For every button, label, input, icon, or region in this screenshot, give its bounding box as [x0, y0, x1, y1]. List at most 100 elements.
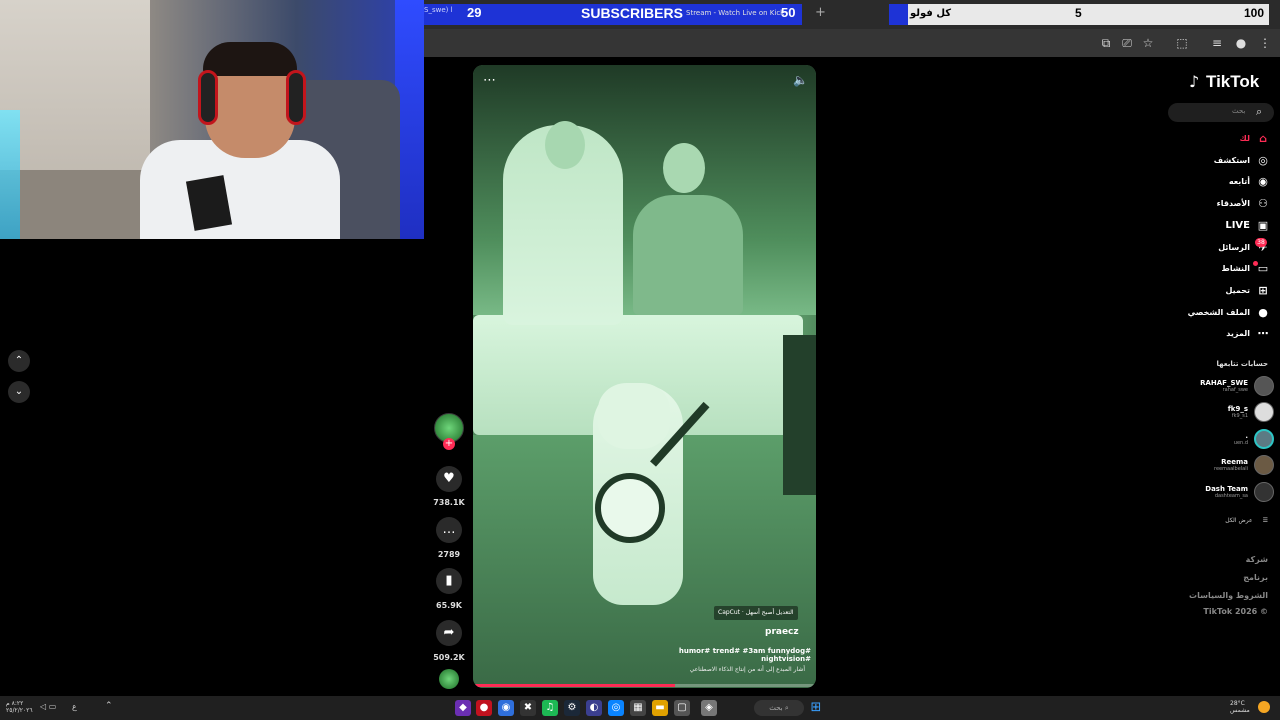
- account-name: Reema: [1221, 458, 1248, 466]
- nav-label: الأصدقاء: [1216, 198, 1250, 208]
- windows-start-icon[interactable]: ⊞: [808, 700, 824, 716]
- extensions-icon[interactable]: ⬚: [1173, 34, 1191, 52]
- taskbar-app-icon[interactable]: ◐: [586, 700, 602, 716]
- sound-icon[interactable]: 🔈: [793, 73, 808, 87]
- video-dresser: [783, 335, 816, 495]
- like-count: 738.1K: [433, 498, 465, 507]
- edge-icon[interactable]: ◎: [608, 700, 624, 716]
- nav-for-you[interactable]: لك ⌂: [1240, 129, 1270, 147]
- account-handle: reemaalbelali: [1214, 466, 1248, 472]
- sun-icon: [1258, 701, 1270, 713]
- share-icon: ➦: [443, 625, 455, 640]
- nav-more[interactable]: المزيد ⋯: [1226, 324, 1270, 342]
- nav-upload[interactable]: تحميل ⊞: [1225, 281, 1270, 299]
- reading-list-icon[interactable]: ≡: [1208, 34, 1226, 52]
- video-player[interactable]: ⋯ 🔈 CapCut · التعديل أصبح أسهل praecz hu…: [473, 65, 816, 688]
- follow-goal-label: كل فولو: [910, 8, 952, 19]
- like-button[interactable]: ♥: [436, 466, 462, 492]
- search-icon: ⌕: [784, 704, 789, 712]
- video-author[interactable]: praecz: [765, 627, 799, 637]
- nav-following[interactable]: أتابعه ◉: [1229, 172, 1270, 190]
- account-handle: dashteam_sa: [1214, 493, 1248, 499]
- cast-icon[interactable]: ⎚: [1118, 34, 1136, 52]
- tiktok-logo-icon[interactable]: ♪: [1189, 72, 1199, 91]
- more-options-icon[interactable]: ⋯: [483, 73, 496, 88]
- clock-date: ٢٥/٢/٢٠٢٦: [6, 707, 33, 714]
- tiktok-logo[interactable]: TikTok: [1206, 72, 1259, 92]
- search-icon[interactable]: ⌕: [1256, 105, 1262, 119]
- account-item[interactable]: RAHAF_SWE rahaf_swe: [1200, 374, 1274, 398]
- bookmark-icon: ▮: [445, 573, 453, 588]
- music-disc-icon[interactable]: [439, 669, 459, 689]
- file-explorer-icon[interactable]: ▬: [652, 700, 668, 716]
- webcam-neon-light: [0, 110, 20, 239]
- banjo: [595, 473, 665, 543]
- translate-icon[interactable]: ⧉: [1097, 34, 1115, 52]
- account-name: .: [1245, 432, 1248, 440]
- footer-terms[interactable]: الشروط والسياسات: [1189, 591, 1268, 600]
- comment-button[interactable]: …: [436, 517, 462, 543]
- taskbar-app-icon[interactable]: ✖: [520, 700, 536, 716]
- nav-label: تحميل: [1225, 285, 1250, 295]
- taskbar-search-label: بحث: [769, 704, 783, 712]
- account-name: Dash Team: [1205, 485, 1248, 493]
- list-icon: ☰: [1262, 517, 1268, 524]
- video-hashtags[interactable]: humor# trend# #3am funnydog# nightvision…: [653, 647, 811, 663]
- nav-explore[interactable]: استكشف ◎: [1214, 151, 1270, 169]
- tray-icons[interactable]: ◁ ▭: [40, 702, 56, 711]
- nav-label: لك: [1239, 133, 1250, 143]
- weather-desc: مشمس: [1230, 707, 1250, 714]
- account-item[interactable]: . uen.d: [1234, 427, 1274, 451]
- new-tab-button[interactable]: +: [815, 5, 826, 20]
- browser-menu-icon[interactable]: ⋮: [1256, 34, 1274, 52]
- video-man-head: [663, 143, 705, 193]
- subscriber-label: SUBSCRIBERS: [581, 5, 683, 21]
- browser-tab[interactable]: Stream - Watch Live on Kick: [686, 9, 784, 17]
- webcam-overlay: [0, 0, 424, 239]
- account-handle: uen.d: [1233, 440, 1248, 446]
- taskbar-app-icon[interactable]: ●: [476, 700, 492, 716]
- next-video-button[interactable]: ⌄: [8, 381, 30, 403]
- nav-friends[interactable]: الأصدقاء ⚇: [1217, 194, 1270, 212]
- footer-program[interactable]: برنامج: [1243, 573, 1268, 582]
- activity-dot: [1253, 261, 1258, 266]
- nav-activity[interactable]: النشاط ▭: [1222, 259, 1270, 277]
- calendar-icon[interactable]: ▦: [630, 700, 646, 716]
- account-item[interactable]: Dash Team dashteam_sa: [1205, 480, 1274, 504]
- account-item[interactable]: fk9_s fk9_s1: [1228, 400, 1274, 424]
- bookmark-star-icon[interactable]: ☆: [1139, 34, 1157, 52]
- subscriber-goal: 50: [781, 5, 796, 20]
- comment-icon: …: [442, 522, 456, 537]
- follow-plus-button[interactable]: +: [443, 438, 455, 450]
- account-item[interactable]: Reema reemaalbelali: [1214, 453, 1274, 477]
- tray-overflow-icon[interactable]: ⌃: [105, 701, 113, 711]
- follow-goal: 100: [1244, 6, 1265, 20]
- nav-label: المزيد: [1226, 328, 1250, 338]
- following-accounts-title: حسابات تتابعها: [1216, 360, 1268, 368]
- taskbar-app-icon[interactable]: ◈: [701, 700, 717, 716]
- taskbar-clock[interactable]: ٨:٢٢ م ٢٥/٢/٢٠٢٦: [6, 700, 33, 714]
- share-button[interactable]: ➦: [436, 620, 462, 646]
- nav-label: أتابعه: [1228, 176, 1250, 186]
- language-indicator[interactable]: ع: [72, 702, 77, 711]
- home-icon: ⌂: [1259, 131, 1267, 145]
- previous-video-button[interactable]: ⌃: [8, 350, 30, 372]
- nav-profile[interactable]: الملف الشخصي ●: [1188, 303, 1270, 321]
- save-button[interactable]: ▮: [436, 568, 462, 594]
- steam-icon[interactable]: ⚙: [564, 700, 580, 716]
- nav-live[interactable]: LIVE ▣: [1225, 216, 1270, 234]
- footer-company[interactable]: شركة: [1246, 555, 1268, 564]
- spotify-icon[interactable]: ♫: [542, 700, 558, 716]
- account-name: RAHAF_SWE: [1200, 379, 1248, 387]
- taskbar-app-icon[interactable]: ▢: [674, 700, 690, 716]
- weather-widget[interactable]: 28°C مشمس: [1230, 700, 1250, 714]
- capcut-label[interactable]: CapCut · التعديل أصبح أسهل: [714, 606, 798, 620]
- see-all-link[interactable]: عرض الكل ☰: [1225, 517, 1268, 524]
- headset-right-icon: [286, 70, 306, 125]
- profile-icon[interactable]: ●: [1232, 34, 1250, 52]
- chrome-icon[interactable]: ◉: [498, 700, 514, 716]
- nav-label: الرسائل: [1218, 242, 1250, 252]
- taskbar-app-icon[interactable]: ◆: [455, 700, 471, 716]
- account-handle: rahaf_swe: [1222, 387, 1248, 393]
- taskbar-search[interactable]: بحث ⌕: [754, 700, 804, 716]
